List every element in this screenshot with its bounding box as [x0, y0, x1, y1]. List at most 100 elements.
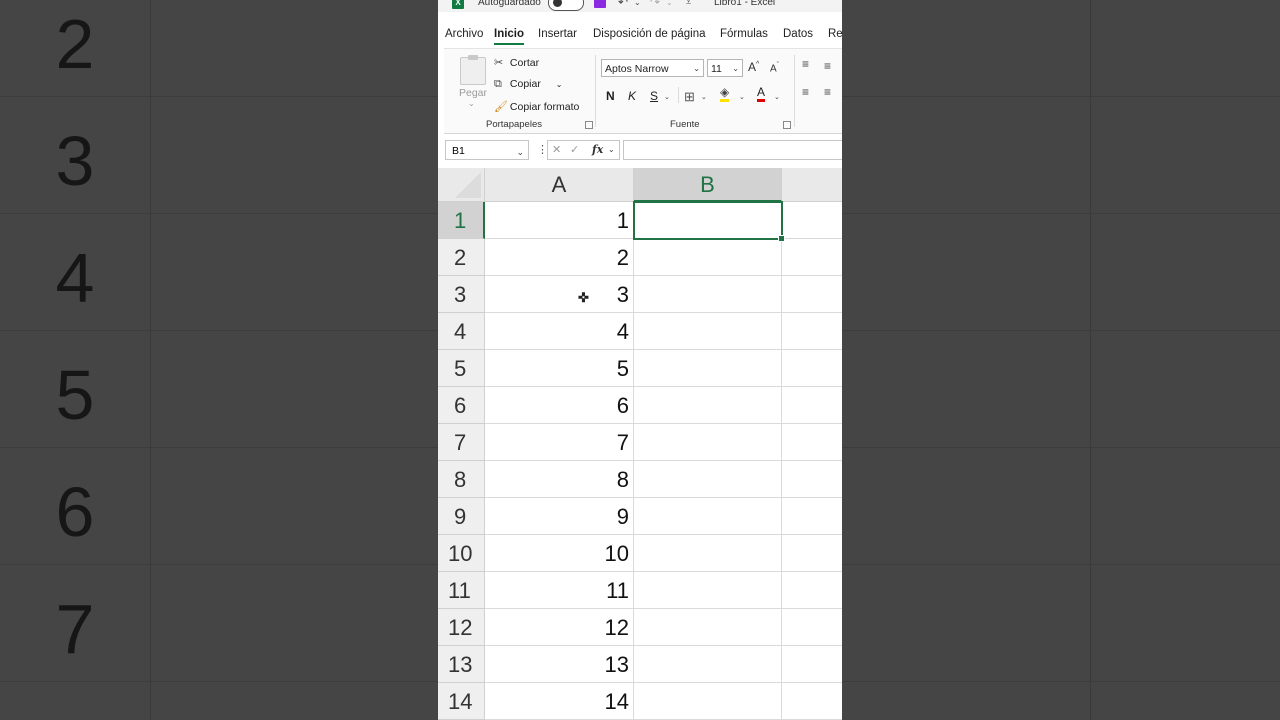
cell-b[interactable]	[634, 609, 782, 646]
cell-b[interactable]	[634, 313, 782, 350]
align-left-icon[interactable]: ≡	[802, 85, 809, 99]
paste-icon[interactable]	[460, 55, 486, 85]
cell-b[interactable]	[634, 498, 782, 535]
column-header-a[interactable]: A	[485, 168, 634, 202]
fill-color-icon[interactable]: ◈	[720, 86, 730, 102]
cell-c[interactable]	[782, 646, 842, 683]
cell-a[interactable]: 11	[485, 572, 634, 609]
underline-button[interactable]: S	[650, 89, 658, 103]
cell-c[interactable]	[782, 313, 842, 350]
align-center-icon[interactable]: ≡	[824, 85, 831, 99]
paste-button[interactable]: Pegar	[459, 87, 487, 99]
row-header[interactable]: 7	[438, 424, 485, 461]
row-header[interactable]: 11	[438, 572, 485, 609]
cell-a[interactable]: 4	[485, 313, 634, 350]
row-header[interactable]: 3	[438, 276, 485, 313]
tab-datos[interactable]: Datos	[783, 28, 813, 40]
dialog-launcher-icon[interactable]	[585, 121, 593, 129]
cell-c[interactable]	[782, 535, 842, 572]
cell-a[interactable]: 5	[485, 350, 634, 387]
font-color-icon[interactable]: A	[757, 86, 766, 102]
cell-c[interactable]	[782, 239, 842, 276]
formula-input[interactable]	[623, 140, 842, 160]
cell-a[interactable]: 7	[485, 424, 634, 461]
cell-b[interactable]	[634, 535, 782, 572]
row-header[interactable]: 1	[438, 202, 485, 239]
column-header-c[interactable]	[782, 168, 842, 202]
cell-a[interactable]: 12	[485, 609, 634, 646]
cell-b[interactable]	[634, 350, 782, 387]
cell-a[interactable]: 6	[485, 387, 634, 424]
cell-c[interactable]	[782, 461, 842, 498]
fill-handle[interactable]	[778, 235, 785, 242]
tab-insertar[interactable]: Insertar	[538, 28, 577, 40]
chevron-down-icon[interactable]: ⌄	[664, 93, 670, 101]
cell-a[interactable]: 1	[485, 202, 634, 239]
chevron-down-icon[interactable]: ⌄	[556, 80, 563, 89]
insert-function-button[interactable]: fx	[592, 143, 603, 156]
column-header-b[interactable]: B	[634, 168, 782, 202]
row-header[interactable]: 8	[438, 461, 485, 498]
row-header[interactable]: 14	[438, 683, 485, 720]
autosave-toggle[interactable]	[548, 0, 584, 11]
cell-b[interactable]	[634, 683, 782, 720]
font-name-select[interactable]: Aptos Narrow ⌄	[601, 59, 704, 77]
cell-c[interactable]	[782, 609, 842, 646]
customize-toolbar-icon[interactable]: ⩡	[686, 0, 691, 8]
italic-button[interactable]: K	[628, 89, 636, 103]
chevron-down-icon[interactable]: ⌄	[701, 93, 707, 101]
cell-a[interactable]: 14	[485, 683, 634, 720]
chevron-down-icon[interactable]: ⌄	[774, 93, 780, 101]
format-painter-button[interactable]: 🖌 Copiar formato	[494, 100, 579, 113]
tab-revisar[interactable]: Re	[828, 28, 842, 40]
cell-a[interactable]: 3	[485, 276, 634, 313]
undo-dropdown-icon[interactable]: ⌄	[634, 0, 641, 7]
select-all-button[interactable]	[438, 168, 485, 202]
chevron-down-icon[interactable]: ⌄	[608, 145, 615, 154]
cell-b[interactable]	[634, 646, 782, 683]
cancel-icon[interactable]: ✕	[552, 143, 561, 156]
increase-font-size-icon[interactable]: A^	[748, 60, 759, 74]
decrease-font-size-icon[interactable]: Aˇ	[770, 62, 779, 74]
cell-a[interactable]: 8	[485, 461, 634, 498]
undo-icon[interactable]: ↶	[618, 0, 628, 9]
cell-c[interactable]	[782, 424, 842, 461]
save-icon[interactable]	[594, 0, 606, 8]
cell-c[interactable]	[782, 683, 842, 720]
cell-a[interactable]: 9	[485, 498, 634, 535]
row-header[interactable]: 5	[438, 350, 485, 387]
row-header[interactable]: 13	[438, 646, 485, 683]
row-header[interactable]: 12	[438, 609, 485, 646]
row-header[interactable]: 4	[438, 313, 485, 350]
enter-icon[interactable]: ✓	[570, 143, 579, 156]
cell-c[interactable]	[782, 350, 842, 387]
align-top-icon[interactable]: ≡	[802, 57, 809, 71]
chevron-down-icon[interactable]: ⌄	[468, 99, 475, 108]
cell-b[interactable]	[634, 239, 782, 276]
row-header[interactable]: 6	[438, 387, 485, 424]
row-header[interactable]: 2	[438, 239, 485, 276]
cell-b[interactable]	[634, 387, 782, 424]
row-header[interactable]: 9	[438, 498, 485, 535]
redo-dropdown-icon[interactable]: ⌄	[666, 0, 673, 7]
row-header[interactable]: 10	[438, 535, 485, 572]
cell-b[interactable]	[634, 276, 782, 313]
tab-inicio[interactable]: Inicio	[494, 28, 525, 45]
cut-button[interactable]: ✂ Cortar	[494, 56, 539, 69]
cell-b[interactable]	[634, 572, 782, 609]
cell-a[interactable]: 13	[485, 646, 634, 683]
borders-icon[interactable]: ⊞	[684, 89, 695, 105]
cell-a[interactable]: 2	[485, 239, 634, 276]
cell-a[interactable]: 10	[485, 535, 634, 572]
name-box[interactable]: B1 ⌄	[445, 140, 529, 160]
align-middle-icon[interactable]: ≡	[824, 59, 831, 73]
cell-c[interactable]	[782, 202, 842, 239]
cell-b[interactable]	[634, 461, 782, 498]
cell-b[interactable]	[634, 424, 782, 461]
chevron-down-icon[interactable]: ⌄	[739, 93, 745, 101]
cell-c[interactable]	[782, 572, 842, 609]
dialog-launcher-icon[interactable]	[783, 121, 791, 129]
cell-c[interactable]	[782, 387, 842, 424]
tab-archivo[interactable]: Archivo	[445, 28, 483, 40]
tab-disposicion-de-pagina[interactable]: Disposición de página	[593, 28, 706, 40]
